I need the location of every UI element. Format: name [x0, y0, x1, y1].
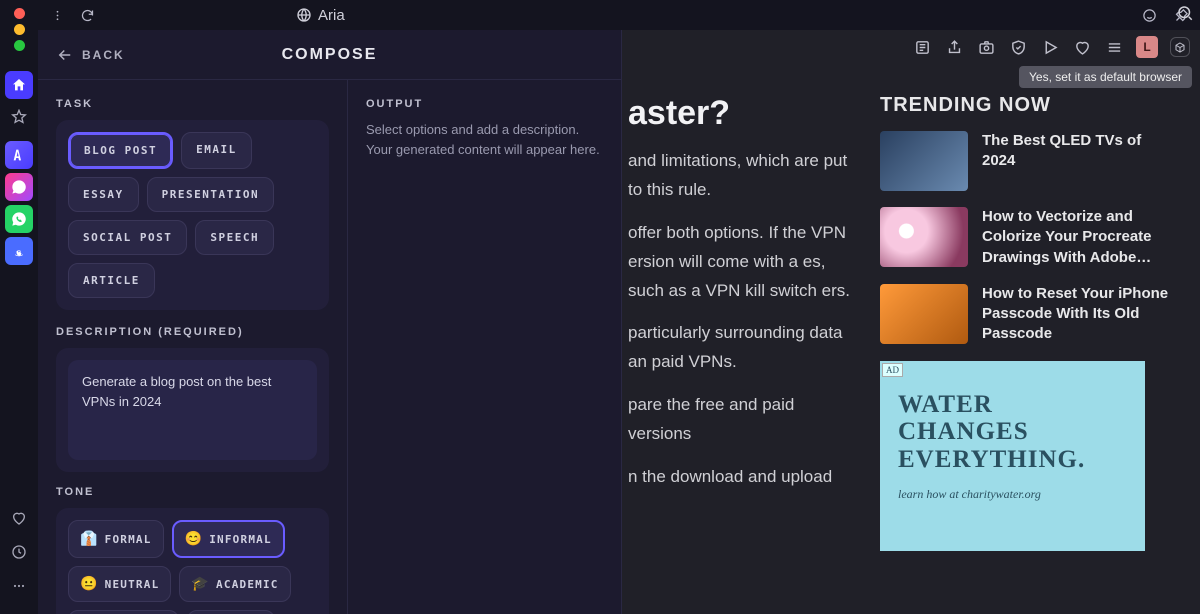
neutral-emoji: 😐 — [80, 576, 99, 592]
close-window-button[interactable] — [14, 8, 25, 19]
app-amazon-icon[interactable] — [5, 237, 33, 265]
trending-title-text: The Best QLED TVs of 2024 — [982, 131, 1170, 191]
app-ai-icon[interactable] — [5, 141, 33, 169]
task-speech[interactable]: SPEECH — [195, 220, 274, 255]
app-whatsapp-icon[interactable] — [5, 205, 33, 233]
tone-section-label: TONE — [56, 486, 329, 498]
trending-item[interactable]: How to Reset Your iPhone Passcode With I… — [880, 284, 1170, 345]
default-browser-tooltip: Yes, set it as default browser — [1019, 66, 1192, 88]
more-icon[interactable] — [5, 572, 33, 600]
ad-badge: AD — [882, 363, 903, 377]
graduation-emoji: 🎓 — [191, 576, 210, 592]
article-p4: pare the free and paid versions — [628, 391, 860, 449]
compose-panel: BACK COMPOSE TASK BLOG POST EMAIL ESSAY … — [38, 30, 622, 614]
trending-item[interactable]: The Best QLED TVs of 2024 — [880, 131, 1170, 191]
trending-item[interactable]: How to Vectorize and Colorize Your Procr… — [880, 207, 1170, 268]
user-avatar[interactable]: L — [1136, 36, 1158, 58]
tab-title: Aria — [296, 7, 345, 24]
search-icon[interactable] — [1176, 4, 1194, 27]
app-messenger-icon[interactable] — [5, 173, 33, 201]
tone-academic-label: ACADEMIC — [216, 578, 279, 591]
article-content: aster? and limitations, which are put to… — [628, 94, 870, 614]
compose-left-column: TASK BLOG POST EMAIL ESSAY PRESENTATION … — [38, 80, 348, 614]
compose-header: BACK COMPOSE — [38, 30, 621, 80]
tone-informal[interactable]: 😊 INFORMAL — [172, 520, 285, 558]
description-card: Generate a blog post on the best VPNs in… — [56, 348, 329, 472]
trending-thumb — [880, 207, 968, 267]
trending-thumb — [880, 284, 968, 344]
trending-sidebar: TRENDING NOW The Best QLED TVs of 2024 H… — [870, 94, 1200, 614]
star-icon[interactable] — [5, 103, 33, 131]
trending-title-text: How to Vectorize and Colorize Your Procr… — [982, 207, 1170, 268]
briefcase-emoji: 👔 — [80, 531, 99, 547]
article-p2: offer both options. If the VPN ersion wi… — [628, 219, 860, 306]
ad-headline: WATER CHANGES EVERYTHING. — [898, 391, 1127, 474]
smiling-emoji: 😊 — [185, 531, 204, 547]
tone-informal-label: INFORMAL — [209, 533, 272, 546]
compose-output-column: OUTPUT Select options and add a descript… — [348, 80, 621, 614]
kebab-menu-icon[interactable] — [46, 4, 68, 26]
share-icon[interactable] — [944, 37, 964, 57]
description-input[interactable]: Generate a blog post on the best VPNs in… — [68, 360, 317, 460]
reader-icon[interactable] — [912, 37, 932, 57]
article-p5: n the download and upload — [628, 463, 860, 492]
tone-card: 👔 FORMAL 😊 INFORMAL 😐 NEUTRAL — [56, 508, 329, 614]
compose-title: COMPOSE — [282, 46, 378, 64]
task-article[interactable]: ARTICLE — [68, 263, 155, 298]
reload-icon[interactable] — [76, 4, 98, 26]
shield-icon[interactable] — [1008, 37, 1028, 57]
window-controls — [14, 8, 25, 51]
trending-thumb — [880, 131, 968, 191]
globe-icon — [296, 7, 312, 23]
emoji-icon[interactable] — [1138, 4, 1160, 26]
back-label: BACK — [82, 48, 125, 62]
tab-title-text: Aria — [318, 7, 345, 24]
task-card: BLOG POST EMAIL ESSAY PRESENTATION SOCIA… — [56, 120, 329, 310]
play-icon[interactable] — [1040, 37, 1060, 57]
list-icon[interactable] — [1104, 37, 1124, 57]
tone-formal-label: FORMAL — [105, 533, 152, 546]
main-area: Aria BACK COMPOSE TASK — [38, 0, 1200, 614]
article-p3: particularly surrounding data an paid VP… — [628, 319, 860, 377]
tone-neutral-label: NEUTRAL — [105, 578, 160, 591]
camera-icon[interactable] — [976, 37, 996, 57]
article-p1: and limitations, which are put to this r… — [628, 147, 860, 205]
home-icon[interactable] — [5, 71, 33, 99]
trending-heading: TRENDING NOW — [880, 94, 1170, 117]
tone-formal[interactable]: 👔 FORMAL — [68, 520, 164, 558]
ad-subtext: learn how at charitywater.org — [898, 487, 1127, 502]
task-presentation[interactable]: PRESENTATION — [147, 177, 274, 212]
cube-icon[interactable] — [1170, 37, 1190, 57]
maximize-window-button[interactable] — [14, 40, 25, 51]
tone-academic[interactable]: 🎓 ACADEMIC — [179, 566, 290, 602]
task-blog-post[interactable]: BLOG POST — [68, 132, 173, 169]
task-social-post[interactable]: SOCIAL POST — [68, 220, 187, 255]
task-section-label: TASK — [56, 98, 329, 110]
heart-icon[interactable] — [5, 504, 33, 532]
advertisement[interactable]: AD WATER CHANGES EVERYTHING. learn how a… — [880, 361, 1145, 551]
minimize-window-button[interactable] — [14, 24, 25, 35]
tone-funny[interactable]: 😂 FUNNY — [187, 610, 275, 614]
output-section-label: OUTPUT — [366, 98, 603, 110]
task-essay[interactable]: ESSAY — [68, 177, 139, 212]
back-button[interactable]: BACK — [56, 46, 125, 64]
left-rail — [0, 0, 38, 614]
task-email[interactable]: EMAIL — [181, 132, 252, 169]
tone-neutral[interactable]: 😐 NEUTRAL — [68, 566, 171, 602]
tab-bar: Aria — [38, 0, 1200, 30]
history-icon[interactable] — [5, 538, 33, 566]
trending-title-text: How to Reset Your iPhone Passcode With I… — [982, 284, 1170, 345]
description-section-label: DESCRIPTION (REQUIRED) — [56, 326, 329, 338]
tone-business[interactable]: 😎 BUSINESS — [68, 610, 179, 614]
heart-outline-icon[interactable] — [1072, 37, 1092, 57]
article-heading-fragment: aster? — [628, 94, 860, 133]
output-placeholder: Select options and add a description. Yo… — [366, 120, 603, 159]
